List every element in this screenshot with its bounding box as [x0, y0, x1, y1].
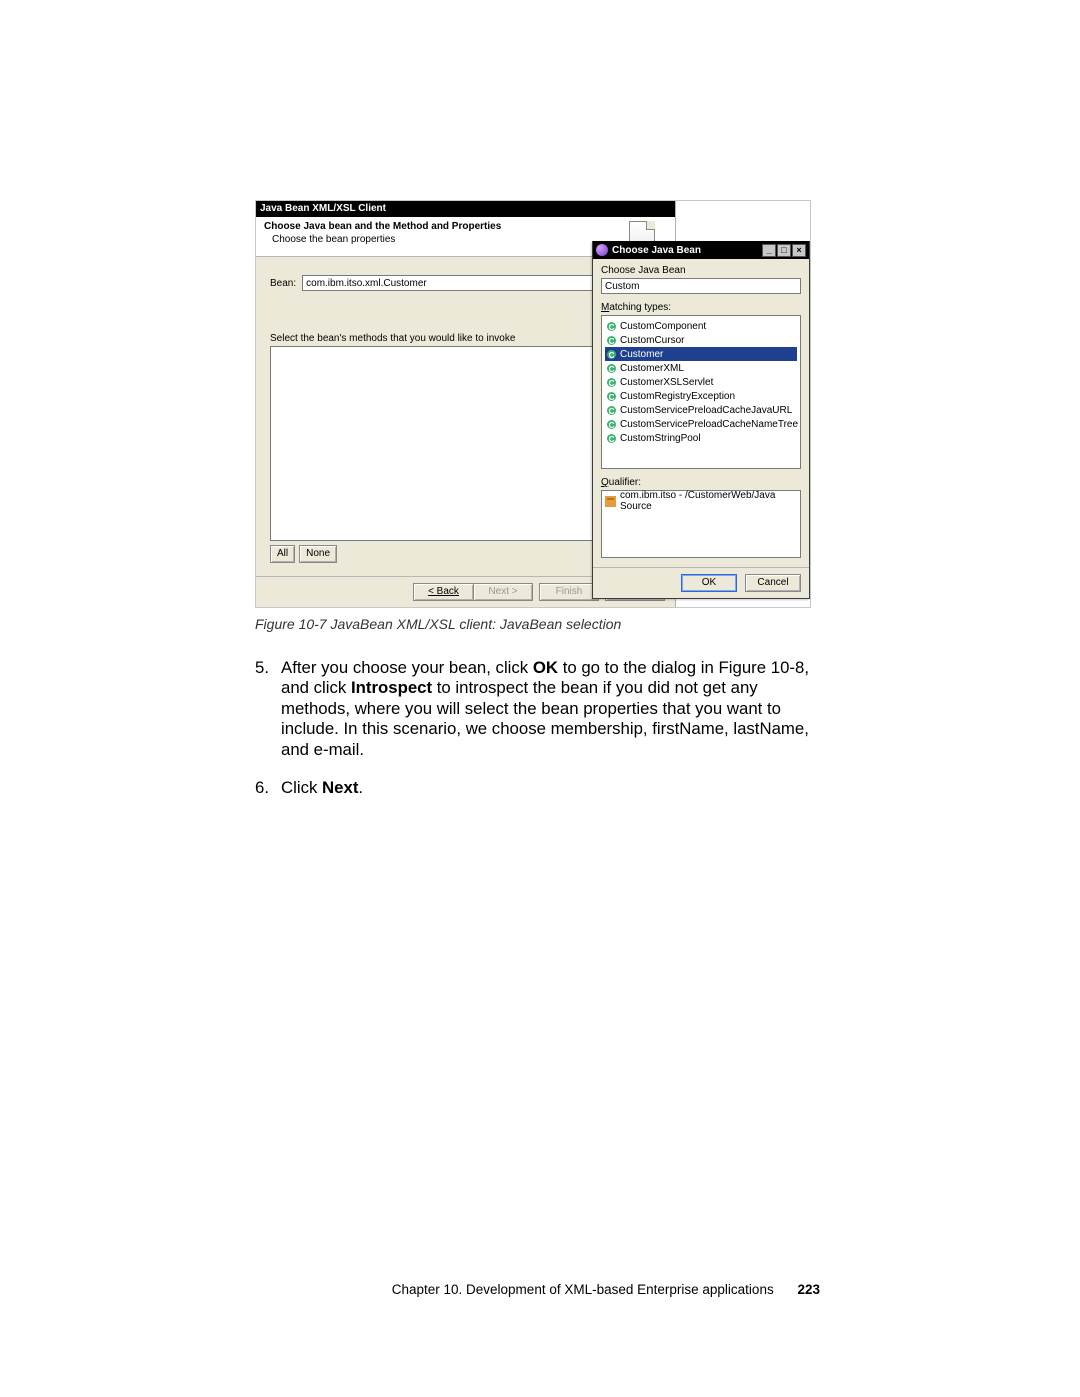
type-label: CustomComponent [620, 321, 706, 332]
maximize-icon[interactable]: □ [777, 244, 791, 257]
dialog-footer: OK Cancel [593, 567, 809, 598]
class-icon: C [606, 433, 617, 444]
class-icon: C [606, 419, 617, 430]
type-item[interactable]: CCustomCursor [605, 333, 797, 347]
dialog-titlebar: Choose Java Bean _ □ × [593, 241, 809, 259]
qualifier-item[interactable]: com.ibm.itso - /CustomerWeb/Java Source [605, 494, 797, 508]
type-item[interactable]: CCustomComponent [605, 319, 797, 333]
class-icon: C [606, 377, 617, 388]
class-icon: C [606, 321, 617, 332]
none-button[interactable]: None [299, 545, 337, 563]
type-label: CustomStringPool [620, 433, 701, 444]
chapter-label: Chapter 10. Development of XML-based Ent… [392, 1282, 774, 1297]
finish-button[interactable]: Finish [539, 583, 599, 601]
type-label: CustomRegistryException [620, 391, 735, 402]
type-label: CustomServicePreloadCacheNameTree [620, 419, 798, 430]
class-icon: C [606, 363, 617, 374]
minimize-icon[interactable]: _ [762, 244, 776, 257]
ok-button[interactable]: OK [681, 574, 737, 592]
type-item[interactable]: CCustomerXML [605, 361, 797, 375]
type-label: CustomerXSLServlet [620, 377, 713, 388]
page-number: 223 [797, 1282, 820, 1297]
package-icon [605, 496, 616, 507]
class-icon: C [606, 335, 617, 346]
type-item[interactable]: CCustomServicePreloadCacheJavaURL [605, 403, 797, 417]
type-item[interactable]: CCustomerXSLServlet [605, 375, 797, 389]
matching-types-label: Matching types: [601, 302, 801, 313]
step-6: 6. Click Next. [255, 778, 825, 798]
type-item[interactable]: CCustomRegistryException [605, 389, 797, 403]
class-icon: C [606, 405, 617, 416]
bean-label: Bean: [270, 278, 296, 289]
figure-caption: Figure 10-7 JavaBean XML/XSL client: Jav… [255, 616, 825, 632]
page-footer: Chapter 10. Development of XML-based Ent… [392, 1282, 820, 1297]
qualifier-label: Qualifier: [601, 477, 801, 488]
type-label: CustomerXML [620, 363, 684, 374]
matching-types-listbox[interactable]: CCustomComponentCCustomCursorCCustomerCC… [601, 315, 801, 469]
class-icon: C [606, 349, 617, 360]
dialog-title: Choose Java Bean [612, 245, 758, 256]
wizard-heading: Choose Java bean and the Method and Prop… [264, 221, 667, 232]
qualifier-text: com.ibm.itso - /CustomerWeb/Java Source [620, 490, 797, 512]
qualifier-listbox[interactable]: com.ibm.itso - /CustomerWeb/Java Source [601, 490, 801, 558]
step-content: Click Next. [281, 778, 825, 798]
choose-label: Choose Java Bean [601, 265, 801, 276]
class-icon: C [606, 391, 617, 402]
bean-icon [596, 244, 608, 256]
type-item[interactable]: CCustomServicePreloadCacheNameTree [605, 417, 797, 431]
type-label: CustomCursor [620, 335, 684, 346]
wizard-titlebar: Java Bean XML/XSL Client [256, 201, 675, 217]
back-button[interactable]: < Back [413, 583, 473, 601]
close-icon[interactable]: × [792, 244, 806, 257]
page-body-text: 5. After you choose your bean, click OK … [255, 658, 825, 799]
step-content: After you choose your bean, click OK to … [281, 658, 825, 760]
all-button[interactable]: All [270, 545, 295, 563]
figure-10-7: Java Bean XML/XSL Client Choose Java bea… [255, 200, 811, 608]
type-label: CustomServicePreloadCacheJavaURL [620, 405, 792, 416]
type-label: Customer [620, 349, 663, 360]
type-item[interactable]: CCustomer [605, 347, 797, 361]
type-item[interactable]: CCustomStringPool [605, 431, 797, 445]
next-button[interactable]: Next > [473, 583, 533, 601]
step-number: 5. [255, 658, 281, 760]
step-5: 5. After you choose your bean, click OK … [255, 658, 825, 760]
dialog-cancel-button[interactable]: Cancel [745, 574, 801, 592]
step-number: 6. [255, 778, 281, 798]
choose-java-bean-dialog: Choose Java Bean _ □ × Choose Java Bean … [592, 241, 810, 599]
choose-input[interactable] [601, 278, 801, 294]
